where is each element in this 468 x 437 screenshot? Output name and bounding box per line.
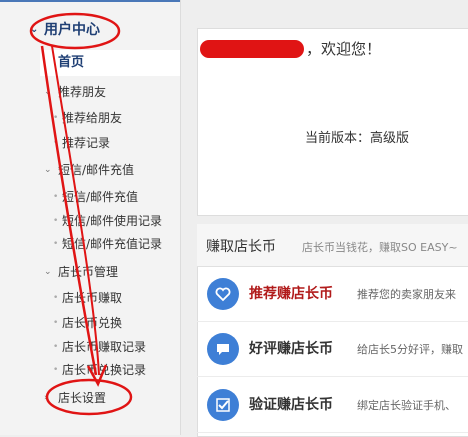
earn-coins-title: 赚取店长币 [206, 239, 276, 255]
sidebar-item-home[interactable]: 首页 [40, 50, 180, 76]
welcome-greeting: ，欢迎您！ [306, 40, 382, 58]
earn-coins-description: 店长币当钱花，赚取SO EASY~ [302, 241, 458, 254]
bullet-icon: • [53, 138, 59, 148]
earn-row-note: 给店长5分好评，赚取 [357, 343, 463, 356]
sidebar-section-label: 店长币管理 [58, 265, 119, 279]
chevron-down-icon: ⌄ [30, 24, 39, 35]
sidebar-section-sms[interactable]: ⌄ 短信/邮件充值 [0, 160, 180, 180]
sidebar-item-label: 店长币赚取 [62, 291, 123, 305]
sidebar-item-label: 店长币赚取记录 [62, 340, 147, 354]
check-icon [207, 389, 239, 421]
sidebar-item-recommend-friend[interactable]: • 推荐给朋友 [0, 108, 180, 128]
earn-row-title[interactable]: 推荐赚店长币 [249, 283, 333, 303]
sidebar-item-label: 短信/邮件使用记录 [62, 214, 163, 228]
sidebar-header-label: 用户中心 [44, 22, 100, 38]
sidebar-item-label: 短信/邮件充值记录 [62, 237, 163, 251]
sidebar-section-settings[interactable]: › 店长设置 [0, 388, 180, 408]
bullet-icon: • [53, 293, 59, 303]
sidebar-item-label: 店长币兑换 [62, 316, 123, 330]
earn-row-verify[interactable]: 验证赚店长币 绑定店长验证手机、 [197, 378, 468, 433]
sidebar-item-recommend-record[interactable]: • 推荐记录 [0, 133, 180, 153]
sidebar-section-coin[interactable]: ⌄ 店长币管理 [0, 262, 180, 282]
earn-row-note: 推荐您的卖家朋友来 [357, 288, 456, 301]
bullet-icon: • [53, 216, 59, 226]
sidebar-section-label: 短信/邮件充值 [58, 163, 135, 177]
chevron-down-icon: ⌄ [44, 87, 52, 97]
sidebar-item-coin-exchange[interactable]: • 店长币兑换 [0, 313, 180, 333]
chevron-down-icon: ⌄ [44, 267, 52, 277]
earn-row-note: 绑定店长验证手机、 [357, 399, 456, 412]
chat-icon [207, 333, 239, 365]
bullet-icon: • [53, 318, 59, 328]
sidebar-item-sms-recharge-record[interactable]: • 短信/邮件充值记录 [0, 234, 180, 254]
sidebar-item-sms-recharge[interactable]: • 短信/邮件充值 [0, 187, 180, 207]
earn-row-recommend[interactable]: 推荐赚店长币 推荐您的卖家朋友来 [197, 267, 468, 322]
sidebar-item-label: 短信/邮件充值 [62, 190, 139, 204]
chevron-right-icon: › [44, 393, 48, 403]
bullet-icon: • [53, 342, 59, 352]
sidebar-item-label: 推荐记录 [62, 136, 111, 150]
sidebar-section-recommend[interactable]: ⌄ 推荐朋友 [0, 82, 180, 102]
sidebar-item-coin-earn[interactable]: • 店长币赚取 [0, 288, 180, 308]
sidebar: ⌄ 用户中心 首页 ⌄ 推荐朋友 • 推荐给朋友 • 推荐记录 ⌄ 短信/邮件充… [0, 0, 181, 435]
sidebar-item-sms-usage[interactable]: • 短信/邮件使用记录 [0, 211, 180, 231]
redacted-username [200, 40, 304, 58]
sidebar-top-border [0, 0, 180, 2]
earn-row-title[interactable]: 验证赚店长币 [249, 394, 333, 414]
sidebar-item-coin-earn-record[interactable]: • 店长币赚取记录 [0, 337, 180, 357]
bullet-icon: • [53, 239, 59, 249]
bullet-icon: • [53, 113, 59, 123]
heart-icon [207, 278, 239, 310]
earn-row-title[interactable]: 好评赚店长币 [249, 338, 333, 358]
sidebar-section-label: 店长设置 [58, 391, 107, 405]
chevron-down-icon: ⌄ [44, 165, 52, 175]
sidebar-header-user-center[interactable]: ⌄ 用户中心 [0, 20, 180, 40]
sidebar-item-label: 店长币兑换记录 [62, 363, 147, 377]
sidebar-section-label: 推荐朋友 [58, 85, 107, 99]
sidebar-item-coin-exchange-record[interactable]: • 店长币兑换记录 [0, 360, 180, 380]
bullet-icon: • [53, 192, 59, 202]
earn-row-review[interactable]: 好评赚店长币 给店长5分好评，赚取 [197, 322, 468, 377]
sidebar-item-label: 首页 [58, 55, 85, 70]
bullet-icon: • [53, 365, 59, 375]
sidebar-item-label: 推荐给朋友 [62, 111, 123, 125]
current-version: 当前版本：高级版 [305, 131, 410, 146]
